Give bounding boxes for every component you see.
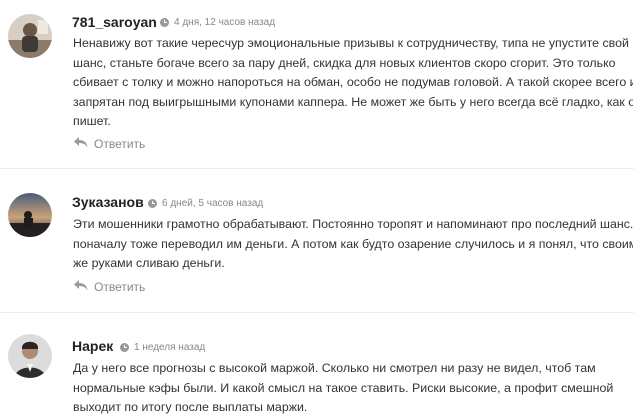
comment-line: Эти мошенники грамотно обрабатывают. Пос… [73,217,633,231]
comment-time: 4 дня, 12 часов назад [160,17,275,28]
comment-time: 6 дней, 5 часов назад [148,198,263,209]
comment-author[interactable]: Нарек [72,338,113,354]
divider [0,312,634,313]
comment-line: поначалу тоже переводил им деньги. А пот… [73,236,633,251]
comment-line: Да у него все прогнозы с высокой маржой.… [73,361,596,375]
reply-label: Ответить [94,280,146,294]
comment-line: нормальные кэфы были. И какой смысл на т… [73,380,614,395]
avatar[interactable] [8,14,52,58]
comment-line: шанс, станьте богаче всего за пару дней,… [73,55,616,70]
clock-icon [120,343,129,352]
divider [0,168,634,169]
reply-button[interactable]: Ответить [74,280,145,294]
avatar[interactable] [8,193,52,237]
comment-author[interactable]: Зуказанов [72,194,144,210]
comment-line: Ненавижу вот такие чересчур эмоциональны… [73,36,629,50]
avatar[interactable] [8,334,52,378]
comment-line: пишет. [73,114,111,128]
comment-body: Эти мошенники грамотно обрабатывают. Пос… [73,215,633,274]
comment-time-text: 1 неделя назад [134,342,206,353]
clock-icon [160,18,169,27]
comment-time-text: 6 дней, 5 часов назад [162,198,264,209]
comment-time-text: 4 дня, 12 часов назад [174,17,276,28]
comment-time: 1 неделя назад [120,342,205,353]
reply-label: Ответить [94,137,146,151]
clock-icon [148,199,157,208]
comment-body: Ненавижу вот такие чересчур эмоциональны… [73,34,633,132]
comment-author[interactable]: 781_saroyan [72,14,157,30]
comment-line: выходит по итогу после выплаты маржи. [73,400,308,414]
reply-arrow-icon [74,280,88,294]
comment-line: же руками сливаю деньги. [73,256,225,270]
reply-arrow-icon [74,137,88,151]
comment-body: Да у него все прогнозы с высокой маржой.… [73,359,633,418]
comment-line: запрятан под выигрышными купонами каппер… [73,94,633,109]
comment-line: сбивает с толку и можно напороться на об… [73,75,633,89]
reply-button[interactable]: Ответить [74,137,145,151]
